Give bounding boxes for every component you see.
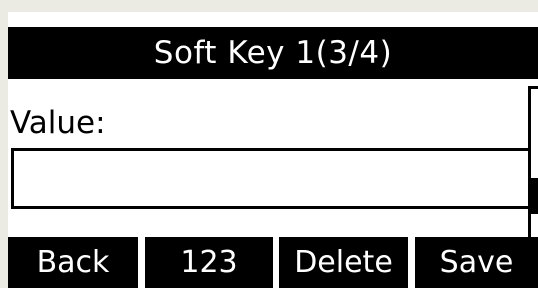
page-title: Soft Key 1(3/4) <box>8 27 538 79</box>
delete-button[interactable]: Delete <box>279 237 408 288</box>
value-label: Value: <box>10 105 106 141</box>
back-button[interactable]: Back <box>8 237 138 288</box>
phone-screen: Soft Key 1(3/4) Value: Back 123 Delete S… <box>0 0 538 288</box>
scroll-thumb[interactable] <box>531 178 538 214</box>
input-mode-button[interactable]: 123 <box>145 237 273 288</box>
scrollbar[interactable] <box>528 86 538 242</box>
softkey-bar: Back 123 Delete Save <box>8 237 538 288</box>
value-input[interactable] <box>11 148 531 209</box>
lcd-display: Soft Key 1(3/4) Value: Back 123 Delete S… <box>8 12 538 288</box>
save-button[interactable]: Save <box>415 237 538 288</box>
